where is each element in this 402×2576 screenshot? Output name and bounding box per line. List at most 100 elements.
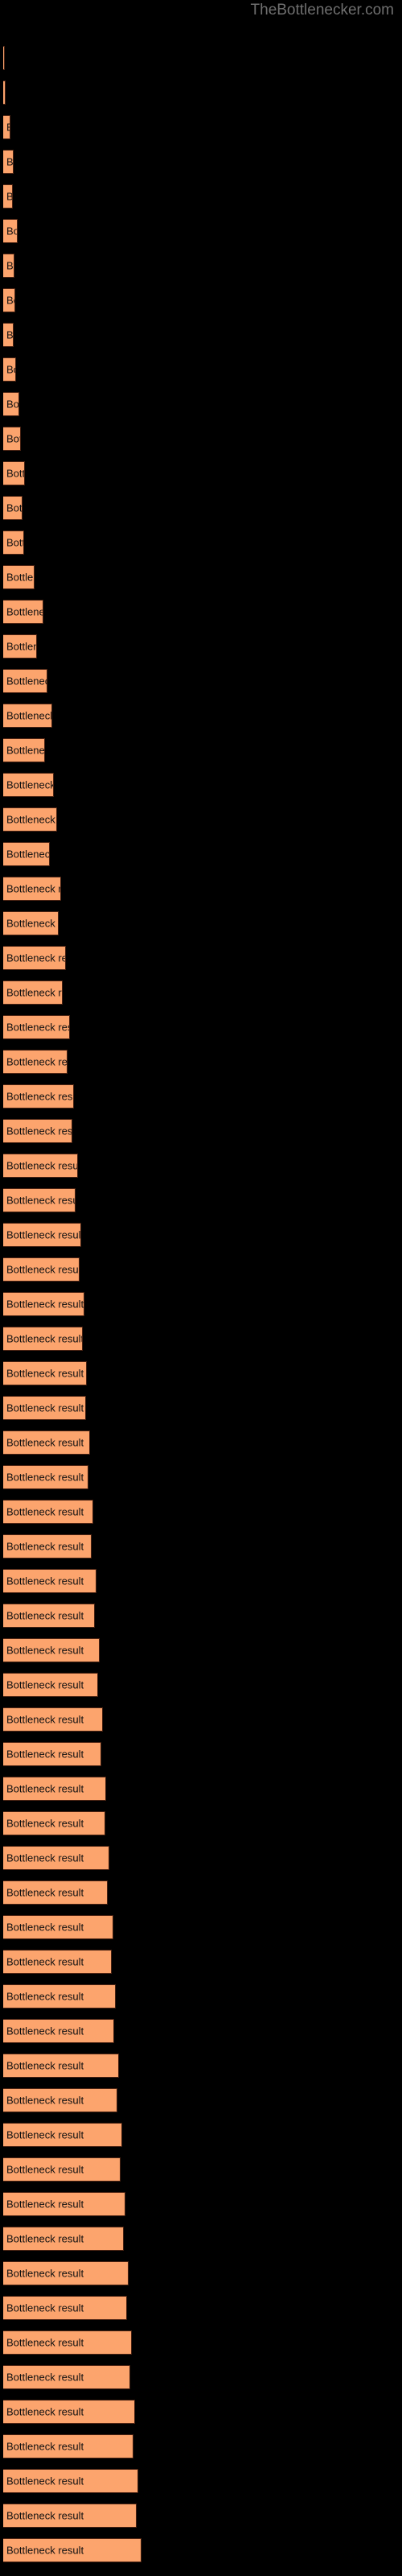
bar[interactable]: Bottleneck result bbox=[3, 1673, 98, 1697]
bar[interactable]: Bottleneck result bbox=[3, 1880, 108, 1905]
bar[interactable]: Bottleneck result bbox=[3, 323, 14, 347]
bar[interactable]: Bottleneck result bbox=[3, 496, 23, 520]
bar[interactable]: Bottleneck result bbox=[3, 2296, 127, 2320]
bar-label: Bottleneck result bbox=[6, 225, 17, 237]
bar[interactable]: Bottleneck result bbox=[3, 150, 14, 174]
bar[interactable]: Bottleneck result bbox=[3, 80, 6, 105]
bar[interactable]: Bottleneck result bbox=[3, 1950, 112, 1974]
bar[interactable]: Bottleneck result bbox=[3, 704, 52, 728]
bar[interactable]: Bottleneck result bbox=[3, 1223, 81, 1247]
bar[interactable]: Bottleneck result bbox=[3, 1327, 83, 1351]
bar[interactable]: Bottleneck result bbox=[3, 1257, 80, 1282]
bar-label: Bottleneck result bbox=[6, 1713, 84, 1726]
bar[interactable]: Bottleneck result bbox=[3, 1534, 92, 1558]
bar[interactable]: Bottleneck result bbox=[3, 115, 10, 139]
bar[interactable]: Bottleneck result bbox=[3, 1742, 101, 1766]
bar[interactable]: Bottleneck result bbox=[3, 946, 66, 970]
bar[interactable]: Bottleneck result bbox=[3, 530, 24, 555]
bar-label: Bottleneck result bbox=[6, 2094, 84, 2107]
bar[interactable]: Bottleneck result bbox=[3, 46, 5, 70]
bar[interactable]: Bottleneck result bbox=[3, 1119, 72, 1143]
bar[interactable]: Bottleneck result bbox=[3, 980, 63, 1005]
bar[interactable]: Bottleneck result bbox=[3, 1500, 93, 1524]
bar-label: Bottleneck result bbox=[6, 190, 13, 203]
bar[interactable]: Bottleneck result bbox=[3, 1846, 109, 1870]
bar[interactable]: Bottleneck result bbox=[3, 2400, 135, 2424]
bar[interactable]: Bottleneck result bbox=[3, 1984, 116, 2008]
bar[interactable]: Bottleneck result bbox=[3, 634, 37, 658]
bar[interactable]: Bottleneck result bbox=[3, 1777, 106, 1801]
bar[interactable]: Bottleneck result bbox=[3, 1430, 90, 1455]
bar-label: Bottleneck result bbox=[6, 2025, 84, 2037]
bar-label: Bottleneck result bbox=[6, 1886, 84, 1899]
bar[interactable]: Bottleneck result bbox=[3, 1811, 105, 1835]
bar[interactable]: Bottleneck result bbox=[3, 565, 35, 589]
bar-label: Bottleneck result bbox=[6, 917, 58, 930]
bar[interactable]: Bottleneck result bbox=[3, 254, 14, 278]
bar[interactable]: Bottleneck result bbox=[3, 2227, 124, 2251]
bar-label: Bottleneck result bbox=[6, 2267, 84, 2280]
bar[interactable]: Bottleneck result bbox=[3, 392, 19, 416]
bar[interactable]: Bottleneck result bbox=[3, 1084, 74, 1108]
bar[interactable]: Bottleneck result bbox=[3, 1915, 113, 1939]
bar-label: Bottleneck result bbox=[6, 432, 20, 445]
bar[interactable]: Bottleneck result bbox=[3, 2088, 117, 2112]
bar[interactable]: Bottleneck result bbox=[3, 219, 18, 243]
bar[interactable]: Bottleneck result bbox=[3, 1188, 76, 1212]
bar[interactable]: Bottleneck result bbox=[3, 2434, 133, 2458]
bar[interactable]: Bottleneck result bbox=[3, 1015, 70, 1039]
bar-label: Bottleneck result bbox=[6, 1021, 69, 1034]
bar-label: Bottleneck result bbox=[6, 294, 14, 307]
bar-label: Bottleneck result bbox=[6, 502, 23, 514]
bar[interactable]: Bottleneck result bbox=[3, 807, 57, 832]
bar[interactable]: Bottleneck result bbox=[3, 2123, 122, 2147]
bar[interactable]: Bottleneck result bbox=[3, 2054, 119, 2078]
bar[interactable]: Bottleneck result bbox=[3, 1638, 100, 1662]
bar-label: Bottleneck result bbox=[6, 363, 15, 376]
bar[interactable]: Bottleneck result bbox=[3, 600, 43, 624]
bar[interactable]: Bottleneck result bbox=[3, 2365, 130, 2389]
bar[interactable]: Bottleneck result bbox=[3, 2504, 137, 2528]
bar[interactable]: Bottleneck result bbox=[3, 1361, 87, 1385]
bar-label: Bottleneck result bbox=[6, 744, 45, 757]
bar[interactable]: Bottleneck result bbox=[3, 669, 47, 693]
bar[interactable]: Bottleneck result bbox=[3, 2192, 125, 2216]
bar-label: Bottleneck result bbox=[6, 536, 23, 549]
bar[interactable]: Bottleneck result bbox=[3, 1707, 103, 1732]
bar-label: Bottleneck result bbox=[6, 813, 56, 826]
bar[interactable]: Bottleneck result bbox=[3, 2261, 129, 2285]
bar-label: Bottleneck result bbox=[6, 1609, 84, 1622]
bar[interactable]: Bottleneck result bbox=[3, 1050, 68, 1074]
bar[interactable]: Bottleneck result bbox=[3, 1154, 78, 1178]
bar[interactable]: Bottleneck result bbox=[3, 877, 61, 901]
bar[interactable]: Bottleneck result bbox=[3, 911, 59, 935]
bar-label: Bottleneck result bbox=[6, 1194, 75, 1207]
bar[interactable]: Bottleneck result bbox=[3, 357, 16, 382]
bar[interactable]: Bottleneck result bbox=[3, 288, 15, 312]
bar[interactable]: Bottleneck result bbox=[3, 738, 45, 762]
bar-label: Bottleneck result bbox=[6, 1852, 84, 1864]
bar[interactable]: Bottleneck result bbox=[3, 2469, 138, 2493]
bar[interactable]: Bottleneck result bbox=[3, 2019, 114, 2043]
bar-label: Bottleneck result bbox=[6, 2163, 84, 2176]
bar-label: Bottleneck result bbox=[6, 1817, 84, 1830]
bar-label: Bottleneck result bbox=[6, 1505, 84, 1518]
bar-label: Bottleneck result bbox=[6, 467, 25, 480]
bar[interactable]: Bottleneck result bbox=[3, 427, 21, 451]
bar-label: Bottleneck result bbox=[6, 675, 47, 687]
bar[interactable]: Bottleneck result bbox=[3, 184, 13, 208]
bar[interactable]: Bottleneck result bbox=[3, 1396, 86, 1420]
bar[interactable]: Bottleneck result bbox=[3, 461, 25, 485]
bar[interactable]: Bottleneck result bbox=[3, 1569, 96, 1593]
bar-label: Bottleneck result bbox=[6, 2301, 84, 2314]
bar[interactable]: Bottleneck result bbox=[3, 2157, 121, 2182]
bar-label: Bottleneck result bbox=[6, 1540, 84, 1553]
bar[interactable]: Bottleneck result bbox=[3, 842, 50, 866]
bar[interactable]: Bottleneck result bbox=[3, 1292, 84, 1316]
bar-label: Bottleneck result bbox=[6, 2509, 84, 2522]
bar[interactable]: Bottleneck result bbox=[3, 1604, 95, 1628]
bar[interactable]: Bottleneck result bbox=[3, 773, 54, 797]
bar[interactable]: Bottleneck result bbox=[3, 2538, 142, 2562]
bar[interactable]: Bottleneck result bbox=[3, 1465, 88, 1489]
bar[interactable]: Bottleneck result bbox=[3, 2330, 132, 2355]
